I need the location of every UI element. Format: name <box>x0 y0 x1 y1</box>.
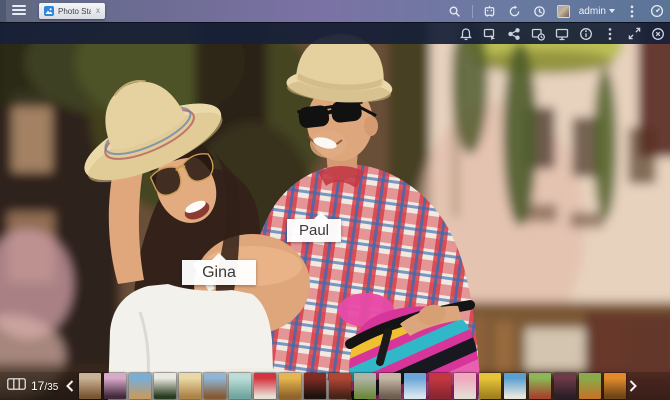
thumbnail[interactable] <box>79 373 101 399</box>
thumbnail[interactable] <box>579 373 601 399</box>
main-menu-button[interactable] <box>6 0 32 22</box>
device-icon[interactable] <box>482 0 498 22</box>
recent-tasks-icon[interactable] <box>532 0 548 22</box>
thumbnail[interactable] <box>279 373 301 399</box>
chevron-right-icon[interactable] <box>626 373 640 399</box>
thumbnail[interactable] <box>304 373 326 399</box>
photo-stage <box>0 22 670 400</box>
slideshow-icon[interactable] <box>482 23 498 45</box>
close-icon[interactable] <box>650 23 666 45</box>
more-options-icon[interactable] <box>624 0 640 22</box>
info-icon[interactable] <box>578 23 594 45</box>
counter-total: 35 <box>47 382 58 393</box>
thumbnail[interactable] <box>454 373 476 399</box>
chevron-left-icon[interactable] <box>63 373 77 399</box>
top-bar-divider <box>472 5 473 18</box>
filmstrip-bar: 17/35 <box>0 372 670 400</box>
tab-close-icon[interactable]: x <box>96 7 100 15</box>
dashboard-icon[interactable] <box>649 0 665 22</box>
face-tag-paul[interactable]: Paul <box>287 219 341 242</box>
display-icon[interactable] <box>554 23 570 45</box>
thumbnail[interactable] <box>504 373 526 399</box>
user-name: admin <box>579 6 606 17</box>
photo-viewer-toolbar <box>0 22 670 44</box>
thumbnail[interactable] <box>104 373 126 399</box>
search-icon[interactable] <box>447 0 463 22</box>
filmstrip-icon <box>7 377 26 395</box>
thumbnail[interactable] <box>179 373 201 399</box>
user-avatar[interactable] <box>557 5 570 18</box>
user-menu[interactable]: admin <box>579 6 615 17</box>
thumbnail[interactable] <box>604 373 626 399</box>
photo-station-window: Paul Gina Photo Station... x <box>0 0 670 400</box>
counter-current: 17 <box>31 379 44 393</box>
photo-timer-icon[interactable] <box>530 23 546 45</box>
thumbnail[interactable] <box>479 373 501 399</box>
thumbnail[interactable] <box>354 373 376 399</box>
thumbnail[interactable] <box>379 373 401 399</box>
share-icon[interactable] <box>506 23 522 45</box>
photo-station-app-icon <box>44 6 54 16</box>
thumbnail[interactable] <box>529 373 551 399</box>
bell-icon[interactable] <box>458 23 474 45</box>
thumbnail[interactable] <box>229 373 251 399</box>
fullscreen-icon[interactable] <box>626 23 642 45</box>
more-icon[interactable] <box>602 23 618 45</box>
chevron-down-icon <box>609 9 615 13</box>
thumbnail[interactable] <box>154 373 176 399</box>
main-photo <box>0 22 670 400</box>
filmstrip-thumbnails <box>79 373 626 399</box>
photo-station-tab[interactable]: Photo Station... x <box>39 3 105 19</box>
background-tasks-icon[interactable] <box>507 0 523 22</box>
thumbnail[interactable] <box>329 373 351 399</box>
hamburger-icon <box>12 2 26 20</box>
photo-counter: 17/35 <box>31 379 58 393</box>
thumbnail[interactable] <box>404 373 426 399</box>
thumbnail[interactable] <box>204 373 226 399</box>
thumbnail[interactable] <box>429 373 451 399</box>
thumbnail[interactable] <box>129 373 151 399</box>
thumbnail[interactable] <box>254 373 276 399</box>
qts-top-bar: Photo Station... x admin <box>0 0 670 22</box>
thumbnail[interactable] <box>554 373 576 399</box>
tab-label: Photo Station... <box>58 7 91 16</box>
face-tag-gina[interactable]: Gina <box>182 260 256 285</box>
